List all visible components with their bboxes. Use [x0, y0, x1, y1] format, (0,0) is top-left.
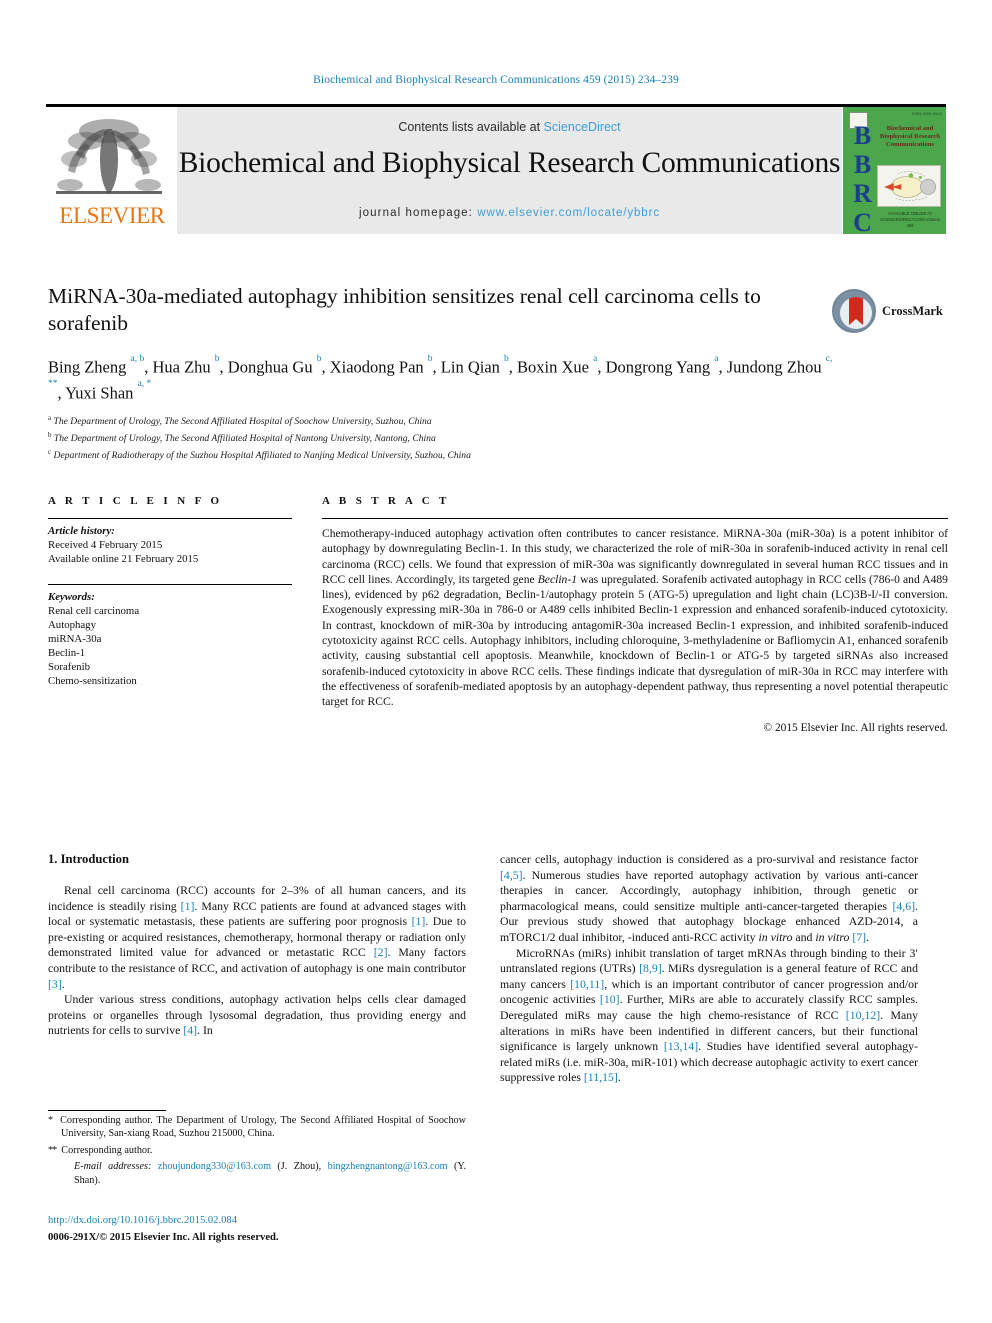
title-block: MiRNA-30a-mediated autophagy inhibition … [48, 283, 838, 462]
keyword-item: miRNA-30a [48, 633, 102, 645]
article-info-column: Article history: Received 4 February 201… [48, 511, 292, 734]
introduction-heading: 1. Introduction [48, 852, 129, 866]
footnote-email-item: E-mail addresses: zhoujundong330@163.com… [74, 1161, 467, 1186]
cover-footer-text: AVAILABLE ONLINE AT SCIENCEDIRECT.COM Vo… [880, 211, 940, 228]
footnotes-block: * Corresponding author. The Department o… [48, 1110, 466, 1187]
article-history-label: Article history: [48, 525, 115, 537]
cover-issn: ISSN 0006-291X [911, 111, 942, 116]
sciencedirect-link[interactable]: ScienceDirect [544, 120, 621, 134]
paragraph: MicroRNAs (miRs) inhibit translation of … [500, 945, 919, 1085]
article-history-block: Article history: Received 4 February 201… [48, 519, 292, 566]
info-abstract-block: A R T I C L E I N F O A B S T R A C T Ar… [48, 495, 948, 734]
contents-available-line: Contents lists available at ScienceDirec… [177, 120, 842, 134]
affiliation-item: a The Department of Urology, The Second … [48, 412, 838, 429]
cover-journal-title: Biochemical and Biophysical Research Com… [879, 125, 941, 148]
cover-acronym: BBRC [848, 121, 877, 234]
affiliation-text: The Department of Urology, The Second Af… [53, 432, 436, 444]
journal-homepage-line: journal homepage: www.elsevier.com/locat… [177, 207, 842, 219]
article-info-heading: A R T I C L E I N F O [48, 495, 223, 507]
affiliation-item: b The Department of Urology, The Second … [48, 429, 838, 446]
keywords-block: Keywords: Renal cell carcinoma Autophagy… [48, 585, 292, 688]
affiliation-text: The Department of Urology, The Second Af… [53, 416, 432, 428]
paragraph: Renal cell carcinoma (RCC) accounts for … [48, 883, 467, 991]
running-head: Biochemical and Biophysical Research Com… [313, 74, 679, 86]
affiliation-marker: c [48, 447, 52, 456]
footnote-item: ** Corresponding author. [48, 1144, 153, 1156]
crossmark-label: CrossMark [882, 304, 943, 318]
issn-copyright-line: 0006-291X/© 2015 Elsevier Inc. All right… [48, 1232, 279, 1243]
masthead-center: Contents lists available at ScienceDirec… [177, 107, 842, 234]
homepage-url-link[interactable]: www.elsevier.com/locate/ybbrc [477, 207, 660, 219]
abstract-copyright: © 2015 Elsevier Inc. All rights reserved… [763, 721, 948, 734]
doi-link[interactable]: http://dx.doi.org/10.1016/j.bbrc.2015.02… [48, 1215, 237, 1226]
affiliation-list: a The Department of Urology, The Second … [48, 412, 838, 462]
affiliation-marker: a [48, 414, 52, 422]
keyword-item: Sorafenib [48, 661, 90, 673]
cover-cell-diagram-icon [884, 171, 936, 201]
keyword-item: Chemo-sensitization [48, 675, 137, 687]
section-headings-row: A R T I C L E I N F O A B S T R A C T [48, 495, 948, 507]
paragraph: Under various stress conditions, autopha… [48, 992, 466, 1038]
journal-article-page: Biochemical and Biophysical Research Com… [0, 0, 992, 1323]
body-column-right: cancer cells, autophagy induction is con… [500, 852, 918, 1086]
homepage-label: journal homepage: [359, 207, 478, 219]
affiliation-item: c Department of Radiotherapy of the Suzh… [48, 446, 838, 463]
footnote-item: * Corresponding author. The Department o… [48, 1115, 466, 1140]
keyword-item: Beclin-1 [48, 647, 86, 659]
article-title: MiRNA-30a-mediated autophagy inhibition … [48, 284, 761, 335]
crossmark-inner-circle [840, 297, 872, 329]
keywords-label: Keywords: [48, 591, 95, 603]
crossmark-circle-icon [832, 289, 876, 333]
body-columns: 1. Introduction Renal cell carcinoma (RC… [48, 852, 948, 1272]
received-date: Received 4 February 2015 [48, 539, 163, 551]
author-list: Bing Zheng a, b, Hua Zhu b, Donghua Gu b… [48, 353, 833, 402]
journal-cover-thumbnail: ISSN 0006-291X BBRC Biochemical and Biop… [842, 107, 946, 234]
journal-title: Biochemical and Biophysical Research Com… [178, 147, 841, 179]
affiliation-text: Department of Radiotherapy of the Suzhou… [53, 449, 471, 461]
journal-masthead: ELSEVIER Contents lists available at Sci… [46, 104, 946, 234]
keyword-item: Renal cell carcinoma [48, 605, 140, 617]
info-abstract-columns: Article history: Received 4 February 201… [48, 511, 948, 734]
cover-figure-image [877, 165, 941, 207]
available-online-date: Available online 21 February 2015 [48, 553, 199, 565]
keyword-item: Autophagy [48, 619, 96, 631]
footnote-divider [48, 1110, 166, 1111]
paragraph: cancer cells, autophagy induction is con… [500, 852, 918, 944]
abstract-column: Chemotherapy-induced autophagy activatio… [322, 511, 948, 734]
abstract-text: Chemotherapy-induced autophagy activatio… [322, 527, 948, 709]
elsevier-tree-icon [56, 119, 162, 194]
contents-prefix: Contents lists available at [398, 120, 544, 134]
crossmark-badge[interactable]: CrossMark [832, 287, 944, 335]
elsevier-wordmark: ELSEVIER [59, 203, 165, 228]
elsevier-logo: ELSEVIER [46, 107, 177, 234]
affiliation-marker: b [48, 430, 52, 439]
crossmark-bookmark-icon [849, 297, 863, 325]
body-column-left: 1. Introduction Renal cell carcinoma (RC… [48, 852, 466, 1039]
abstract-heading: A B S T R A C T [322, 495, 450, 507]
